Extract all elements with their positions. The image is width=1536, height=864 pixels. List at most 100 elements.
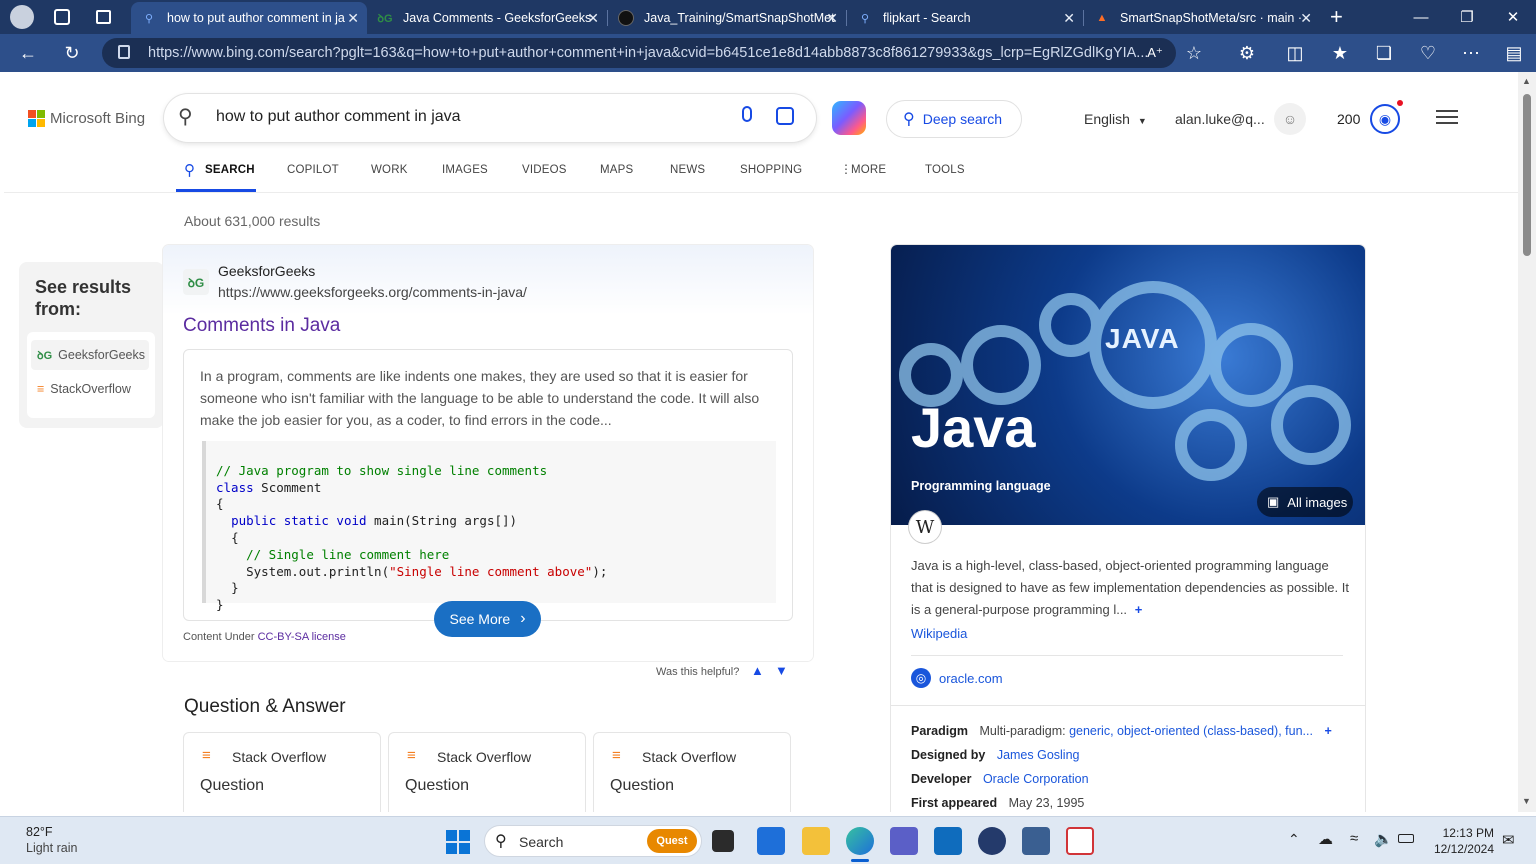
search-input[interactable]: how to put author comment in java (216, 108, 461, 126)
copilot-icon[interactable] (832, 101, 866, 135)
avatar[interactable]: ☺ (1274, 103, 1306, 135)
expand-plus-icon[interactable]: + (1324, 724, 1331, 738)
tab-bing-search[interactable]: ⚲ how to put author comment in ja ✕ (131, 2, 367, 34)
tab-title: SmartSnapShotMeta/src · main · (1120, 11, 1303, 25)
tab-copilot[interactable]: COPILOT (287, 164, 339, 176)
tab-search[interactable]: SEARCH (205, 164, 255, 176)
scroll-down-icon[interactable]: ▼ (1522, 796, 1531, 806)
fact-value[interactable]: Oracle Corporation (983, 772, 1089, 786)
favorite-star-icon[interactable]: ☆ (1179, 38, 1209, 68)
thumbs-down-icon[interactable]: ▼ (775, 663, 788, 678)
tab-images[interactable]: IMAGES (442, 164, 488, 176)
scrollbar-thumb[interactable] (1523, 94, 1531, 256)
see-more-button[interactable]: See More › (434, 601, 541, 637)
qa-card[interactable]: ≡ Stack Overflow Question (183, 732, 381, 812)
tab-maps[interactable]: MAPS (600, 164, 633, 176)
fact-value[interactable]: James Gosling (997, 748, 1080, 762)
extensions-icon[interactable]: ⚙ (1232, 38, 1262, 68)
store-icon[interactable] (757, 827, 785, 855)
browser-essentials-icon[interactable]: ♡ (1413, 38, 1443, 68)
restore-icon[interactable]: ❐ (1444, 0, 1490, 34)
hero-image[interactable]: JAVA Java Programming language ▣ All ima… (891, 245, 1365, 525)
qa-card[interactable]: ≡ Stack Overflow Question (388, 732, 586, 812)
fact-links[interactable]: generic, object-oriented (class-based), … (1069, 724, 1313, 738)
url-field[interactable]: https://www.bing.com/search?pglt=163&q=h… (102, 38, 1176, 68)
all-images-button[interactable]: ▣ All images (1257, 487, 1353, 517)
sidebar-toggle-icon[interactable]: ▤ (1499, 38, 1529, 68)
read-aloud-icon[interactable]: A⁺ (1140, 38, 1170, 68)
favorites-icon[interactable]: ★ (1325, 38, 1355, 68)
task-view-icon[interactable] (712, 830, 734, 852)
vpn-app-icon[interactable] (978, 827, 1006, 855)
close-tab-icon[interactable]: ✕ (1063, 10, 1075, 27)
deep-search-button[interactable]: ⚲ Deep search (886, 100, 1022, 138)
snipping-tool-icon[interactable] (1066, 827, 1094, 855)
search-icon[interactable]: ⚲ (178, 104, 193, 129)
rewards-points[interactable]: 200 (1337, 111, 1360, 127)
close-tab-icon[interactable]: ✕ (587, 10, 599, 27)
lock-icon[interactable] (118, 45, 130, 59)
rewards-icon[interactable]: ◉ (1370, 104, 1400, 134)
edge-icon[interactable] (846, 827, 874, 855)
close-tab-icon[interactable]: ✕ (826, 10, 838, 27)
expand-plus-icon[interactable]: + (1135, 602, 1143, 617)
microphone-icon[interactable] (742, 106, 752, 122)
account-name[interactable]: alan.luke@q... (1175, 111, 1265, 127)
refresh-icon[interactable]: ↻ (57, 38, 87, 68)
tab-videos[interactable]: VIDEOS (522, 164, 567, 176)
volume-icon[interactable]: 🔈 (1374, 830, 1393, 848)
tab-shopping[interactable]: SHOPPING (740, 164, 802, 176)
result-title-link[interactable]: Comments in Java (183, 315, 340, 337)
close-window-icon[interactable]: ✕ (1490, 0, 1536, 34)
source-filter-geeksforgeeks[interactable]: ꝺG GeeksforGeeks (31, 340, 149, 370)
collections-icon[interactable]: ❏ (1369, 38, 1399, 68)
wikipedia-link[interactable]: Wikipedia (911, 626, 967, 641)
weather-widget[interactable]: 82°F Light rain (26, 824, 77, 856)
more-menu-icon[interactable]: ⋯ (1456, 38, 1486, 68)
file-explorer-icon[interactable] (802, 827, 830, 855)
chevron-up-icon[interactable]: ⌃ (1288, 831, 1300, 848)
language-selector[interactable]: English ▼ (1084, 111, 1147, 127)
scroll-up-icon[interactable]: ▲ (1522, 76, 1531, 86)
tab-tools[interactable]: TOOLS (925, 164, 965, 176)
official-site-link[interactable]: oracle.com (939, 671, 1003, 686)
teams-icon[interactable] (890, 827, 918, 855)
close-tab-icon[interactable]: ✕ (1300, 10, 1312, 27)
tab-gitlab[interactable]: ▲ SmartSnapShotMeta/src · main · ✕ (1084, 2, 1320, 34)
license-link[interactable]: CC-BY-SA license (258, 631, 346, 643)
tab-flipkart-search[interactable]: ⚲ flipkart - Search ✕ (847, 2, 1083, 34)
tab-news[interactable]: NEWS (670, 164, 705, 176)
tab-github[interactable]: Java_Training/SmartSnapShotMet ✕ (608, 2, 846, 34)
battery-icon[interactable] (1398, 834, 1414, 843)
notifications-icon[interactable]: ✉ (1502, 831, 1515, 849)
tab-work[interactable]: WORK (371, 164, 408, 176)
workspaces-icon[interactable] (54, 9, 70, 25)
cloud-offline-icon[interactable]: ☁ (1318, 830, 1333, 848)
tab-actions-icon[interactable] (96, 10, 111, 24)
thumbs-up-icon[interactable]: ▲ (751, 663, 764, 678)
windows-start-icon[interactable] (446, 830, 470, 854)
bing-logo[interactable]: Microsoft Bing (28, 110, 153, 130)
new-tab-icon[interactable]: + (1330, 4, 1343, 30)
settings-app-icon[interactable] (1022, 827, 1050, 855)
split-screen-icon[interactable]: ◫ (1280, 38, 1310, 68)
outlook-icon[interactable] (934, 827, 962, 855)
qa-card[interactable]: ≡ Stack Overflow Question (593, 732, 791, 812)
profile-icon[interactable] (10, 5, 34, 29)
hamburger-menu-icon[interactable] (1436, 110, 1458, 124)
minimize-icon[interactable]: — (1398, 0, 1444, 34)
tab-more[interactable]: MORE (851, 164, 886, 176)
tab-geeksforgeeks[interactable]: ꝺG Java Comments - GeeksforGeeks ✕ (367, 2, 607, 34)
taskbar-search[interactable]: ⚲ Search Quest (484, 825, 702, 857)
search-box[interactable]: ⚲ how to put author comment in java (164, 94, 816, 142)
clock[interactable]: 12:13 PM 12/12/2024 (1426, 825, 1494, 857)
wikipedia-icon[interactable]: W (909, 511, 941, 543)
source-filter-stackoverflow[interactable]: ≡ StackOverflow (31, 374, 149, 404)
result-site-url[interactable]: https://www.geeksforgeeks.org/comments-i… (218, 284, 527, 300)
visual-search-icon[interactable] (776, 107, 794, 125)
page-scrollbar[interactable]: ▲ ▼ (1518, 72, 1536, 812)
result-site-name[interactable]: GeeksforGeeks (218, 263, 315, 279)
close-tab-icon[interactable]: ✕ (347, 10, 359, 27)
back-icon[interactable]: ← (13, 38, 43, 68)
wifi-icon[interactable]: ≈ (1350, 830, 1358, 847)
